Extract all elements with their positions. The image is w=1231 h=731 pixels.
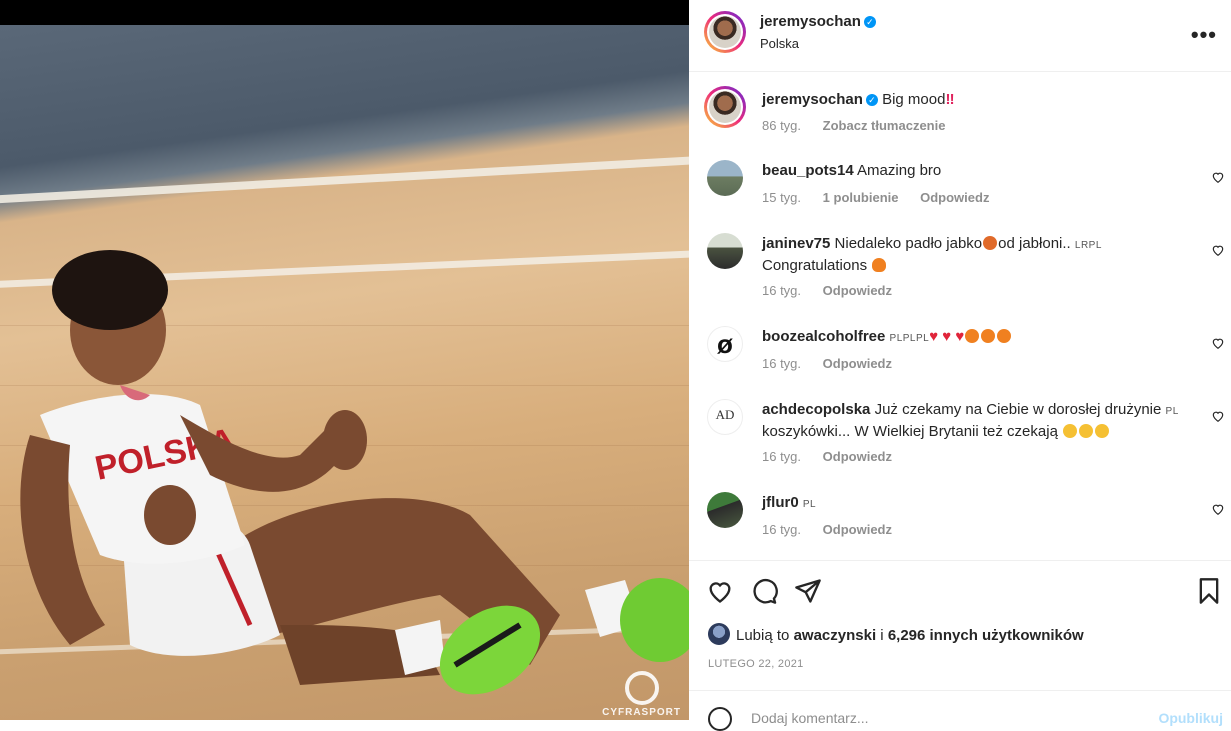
like-comment-icon[interactable] [1211,409,1225,423]
comment-icon[interactable] [750,577,778,605]
flag-tag: PLPLPL [889,333,930,344]
flag-tag: LRPL [1074,240,1102,251]
comment: beau_pots14 Amazing bro [762,161,1182,181]
comment-time[interactable]: 15 tyg. [762,190,801,205]
likes-prefix: Lubią to [736,627,790,644]
verified-icon: ✓ [865,94,878,106]
share-icon[interactable] [794,577,822,605]
like-comment-icon[interactable] [1211,170,1225,184]
comment-meta: 16 tyg. Odpowiedz [762,356,910,371]
comment-time[interactable]: 16 tyg. [762,522,801,537]
comment: jflur0 PL [762,493,1182,515]
commenter-avatar[interactable] [707,233,743,269]
commenter-avatar-logo[interactable]: AD [707,399,743,435]
caption-username[interactable]: jeremysochan [762,91,863,108]
comment-input[interactable]: Dodaj komentarz... [751,710,869,726]
comment-text-continued: od jabłoni.. [998,235,1071,252]
translate-link[interactable]: Zobacz tłumaczenie [823,118,946,133]
comment-meta: 16 tyg. Odpowiedz [762,522,910,537]
reply-button[interactable]: Odpowiedz [823,449,892,464]
fire-emoji [997,329,1012,343]
liker-avatar[interactable] [708,623,730,645]
comment-line2: koszykówki... W Wielkiej Brytanii też cz… [762,423,1058,440]
emoji-icon[interactable] [708,707,732,731]
post-date[interactable]: LUTEGO 22, 2021 [708,658,804,670]
fire-emoji [981,329,996,343]
bookmark-icon[interactable] [1195,577,1223,605]
like-icon[interactable] [706,577,734,605]
author-username[interactable]: jeremysochan [760,13,861,30]
like-comment-icon[interactable] [1211,502,1225,516]
post-photo: POLSKA CYFRASPORT [0,25,689,720]
post-header: jeremysochan ✓ Polska ••• [689,0,1231,72]
caption: jeremysochan ✓ Big mood‼ [762,90,1182,110]
post-media[interactable]: POLSKA CYFRASPORT [0,0,689,720]
comment-line2: Congratulations [762,257,868,274]
reply-button[interactable]: Odpowiedz [823,356,892,371]
comment-meta: 15 tyg. 1 polubienie Odpowiedz [762,190,1007,205]
comment-username[interactable]: achdecopolska [762,401,870,418]
comment-username[interactable]: janinev75 [762,235,830,252]
watermark: CYFRASPORT [602,671,681,718]
flag-tag: PL [1165,406,1179,417]
commenter-avatar[interactable] [707,492,743,528]
caption-text: Big mood [882,91,946,108]
fire-emoji [872,258,887,272]
verified-icon: ✓ [863,16,876,28]
comment-meta: 16 tyg. Odpowiedz [762,283,910,298]
laughing-emoji [1079,424,1094,438]
comment: achdecopolska Już czekamy na Ciebie w do… [762,400,1182,442]
caption-time[interactable]: 86 tyg. [762,118,801,133]
fire-emoji [965,329,980,343]
comment-time[interactable]: 16 tyg. [762,356,801,371]
add-comment-bar: Dodaj komentarz... Opublikuj [689,690,1231,731]
likes-summary: Lubią to awaczynski i 6,296 innych użytk… [708,623,1084,645]
comment-text: Niedaleko padło jabko [834,235,983,252]
laughing-emoji [1095,424,1110,438]
hearts-emoji: ♥ ♥ ♥ [929,328,965,345]
like-comment-icon[interactable] [1211,243,1225,257]
commenter-avatar-no-symbol-icon[interactable]: ø [707,326,743,362]
comment-text: Już czekamy na Ciebie w dorosłej drużyni… [874,401,1162,418]
comment-time[interactable]: 16 tyg. [762,449,801,464]
media-top-bar [0,0,689,25]
post-actions [689,560,1231,621]
comment: boozealcoholfree PLPLPL♥ ♥ ♥ [762,327,1182,349]
author-avatar[interactable] [704,11,746,53]
more-options-icon[interactable]: ••• [1191,22,1217,48]
player-illustration: POLSKA [20,250,689,695]
reply-button[interactable]: Odpowiedz [920,190,989,205]
commenter-avatar[interactable] [707,160,743,196]
likes-count[interactable]: 6,296 innych użytkowników [888,627,1084,644]
likes-joiner: i [880,627,884,644]
comment-username[interactable]: jflur0 [762,494,799,511]
flag-tag: PL [802,499,817,510]
post-panel: jeremysochan ✓ Polska ••• jeremysochan ✓ B… [689,0,1231,731]
like-comment-icon[interactable] [1211,336,1225,350]
laughing-emoji [1063,424,1078,438]
reply-button[interactable]: Odpowiedz [823,283,892,298]
comment-meta: 16 tyg. Odpowiedz [762,449,910,464]
liker-username[interactable]: awaczynski [794,627,877,644]
post-comment-button[interactable]: Opublikuj [1158,710,1223,726]
post-location[interactable]: Polska [760,36,799,51]
comment-username[interactable]: boozealcoholfree [762,328,885,345]
exclamation-icon: ‼ [945,91,955,108]
caption-avatar[interactable] [704,86,746,128]
comment-text: Amazing bro [857,162,942,179]
basketball-emoji [983,236,998,250]
comment: janinev75 Niedaleko padło jabko od jabłon… [762,234,1182,276]
comment-time[interactable]: 16 tyg. [762,283,801,298]
reply-button[interactable]: Odpowiedz [823,522,892,537]
comment-likes[interactable]: 1 polubienie [823,190,899,205]
comment-username[interactable]: beau_pots14 [762,162,854,179]
caption-meta: 86 tyg. Zobacz tłumaczenie [762,118,963,133]
